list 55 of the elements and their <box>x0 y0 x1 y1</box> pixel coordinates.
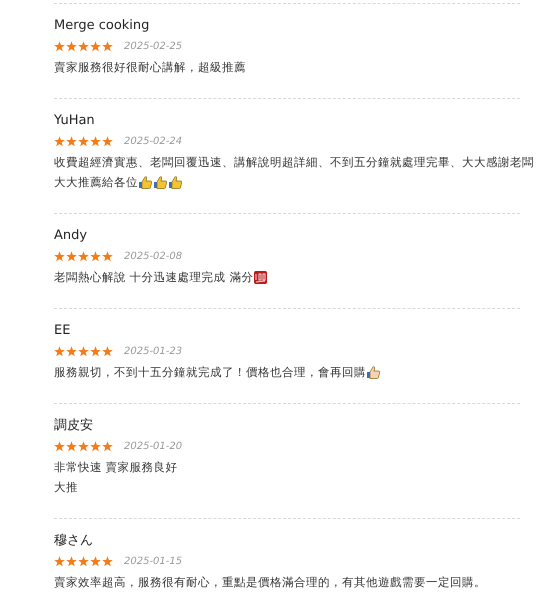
review-text: 賣家服務很好很耐心講解，超級推薦 <box>54 59 246 76</box>
review-text: 大大推薦給各位 <box>54 174 138 191</box>
star-icon <box>90 41 101 52</box>
reviewer-name: Andy <box>54 227 88 245</box>
review-text: 老闆熱心解說 十分迅速處理完成 滿分 <box>54 269 254 286</box>
star-icon <box>54 136 65 147</box>
star-icon <box>54 251 65 262</box>
star-icon <box>90 251 101 262</box>
star-icon <box>78 41 89 52</box>
star-icon <box>54 41 65 52</box>
hundred-points-icon <box>253 270 268 284</box>
reviewer-name: YuHan <box>54 112 96 130</box>
star-icon <box>102 136 113 147</box>
star-icon <box>90 441 101 452</box>
review-date: 2025-01-20 <box>124 441 182 452</box>
star-icon <box>102 251 113 262</box>
star-icon <box>90 346 101 357</box>
star-icon <box>90 556 101 567</box>
star-icon <box>102 41 113 52</box>
star-icon <box>102 346 113 357</box>
thumbs-up-icon <box>138 174 153 190</box>
review-text: 收費超經濟實惠、老闆回覆迅速、講解說明超詳細、不到五分鐘就處理完畢、大大感謝老闆 <box>54 154 534 171</box>
star-icon <box>54 346 65 357</box>
star-icon <box>54 556 65 567</box>
star-icon <box>66 136 77 147</box>
reviewer-name: 穆さん <box>54 532 94 550</box>
star-icon <box>66 556 77 567</box>
star-icon <box>66 41 77 52</box>
review-text: 非常快速 賣家服務良好 <box>54 459 178 476</box>
thumbs-up-icon <box>366 364 381 380</box>
thumbs-up-icon <box>153 174 168 190</box>
review-date: 2025-02-08 <box>124 251 182 262</box>
star-icon <box>102 556 113 567</box>
review-date: 2025-01-23 <box>124 346 182 357</box>
review-date: 2025-02-24 <box>124 136 182 147</box>
review-date: 2025-01-15 <box>124 556 182 567</box>
star-icon <box>90 136 101 147</box>
review-text: 大推 <box>54 479 78 496</box>
star-icon <box>66 346 77 357</box>
star-icon <box>78 251 89 262</box>
star-icon <box>78 346 89 357</box>
review-date: 2025-02-25 <box>124 41 182 52</box>
reviewer-name: EE <box>54 322 72 340</box>
star-icon <box>66 441 77 452</box>
star-icon <box>78 556 89 567</box>
star-icon <box>66 251 77 262</box>
star-icon <box>102 441 113 452</box>
thumbs-up-icon <box>168 174 183 190</box>
review-text: 賣家效率超高，服務很有耐心，重點是價格滿合理的，有其他遊戲需要一定回購。 <box>54 574 486 591</box>
reviewer-name: 調皮安 <box>54 417 94 435</box>
star-icon <box>78 441 89 452</box>
review-text: 服務親切，不到十五分鐘就完成了！價格也合理，會再回購 <box>54 364 366 381</box>
reviewer-name: Merge cooking <box>54 17 150 35</box>
star-icon <box>54 441 65 452</box>
star-icon <box>78 136 89 147</box>
